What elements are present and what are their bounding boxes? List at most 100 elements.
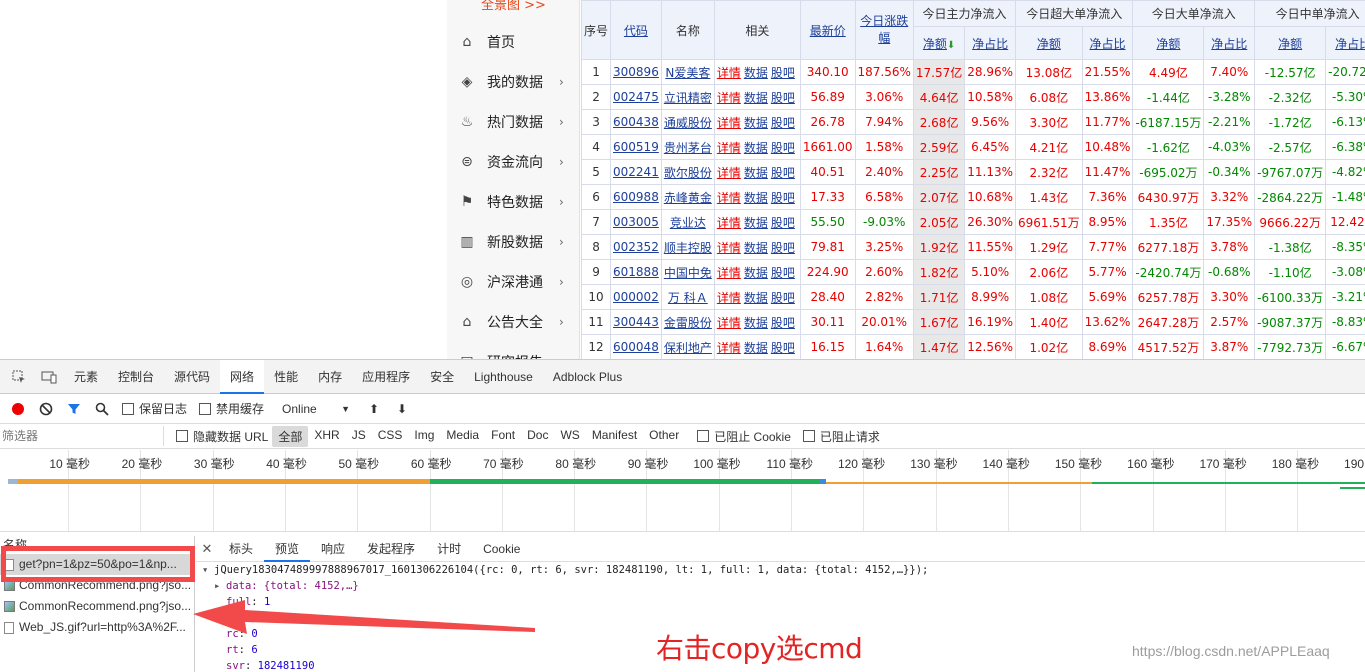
devtools-tab[interactable]: 源代码: [164, 360, 220, 394]
related-link[interactable]: 详情: [717, 116, 741, 130]
filter-type-button[interactable]: Other: [643, 426, 685, 447]
col-change[interactable]: 今日涨跌幅: [854, 0, 914, 60]
request-row[interactable]: CommonRecommend.png?jso...: [0, 596, 194, 617]
filter-input[interactable]: [2, 426, 164, 446]
filter-type-button[interactable]: Media: [440, 426, 485, 447]
filter-type-button[interactable]: CSS: [372, 426, 409, 447]
detail-tab[interactable]: 预览: [264, 536, 311, 562]
related-link[interactable]: 详情: [717, 341, 741, 355]
filter-type-button[interactable]: Img: [408, 426, 440, 447]
related-link[interactable]: 数据: [744, 141, 768, 155]
related-link[interactable]: 股吧: [771, 216, 795, 230]
menu-item[interactable]: ◈ 我的数据 ›: [447, 62, 579, 102]
export-har-button[interactable]: ⬇: [388, 398, 416, 420]
stock-code-link[interactable]: 003005: [613, 215, 659, 229]
stock-code-link[interactable]: 000002: [613, 290, 659, 304]
related-link[interactable]: 数据: [744, 291, 768, 305]
related-link[interactable]: 详情: [717, 91, 741, 105]
menu-item[interactable]: ♨ 热门数据 ›: [447, 102, 579, 142]
detail-tab[interactable]: 发起程序: [356, 536, 426, 562]
menu-item[interactable]: ⚑ 特色数据 ›: [447, 182, 579, 222]
col-code[interactable]: 代码: [610, 0, 662, 60]
network-overview-timeline[interactable]: 10 毫秒 20 毫秒 30 毫秒 40 毫秒 50 毫秒 60 毫秒 70 毫秒 80 毫秒…: [0, 450, 1365, 532]
related-link[interactable]: 数据: [744, 116, 768, 130]
devtools-tab[interactable]: 网络: [220, 359, 265, 394]
filter-type-button[interactable]: WS: [554, 426, 585, 447]
stock-name-link[interactable]: 万 科Ａ: [668, 291, 708, 305]
sub-main-pct-link[interactable]: 净占比: [972, 37, 1008, 51]
related-link[interactable]: 数据: [744, 166, 768, 180]
detail-tab[interactable]: Cookie: [472, 536, 531, 562]
related-link[interactable]: 详情: [717, 241, 741, 255]
sub-main-pct[interactable]: 净占比: [964, 26, 1017, 60]
menu-item[interactable]: ⌂ 首页: [447, 22, 579, 62]
filter-type-button[interactable]: 全部: [272, 425, 309, 447]
search-button[interactable]: [88, 398, 116, 420]
stock-code-link[interactable]: 002241: [613, 165, 659, 179]
related-link[interactable]: 数据: [744, 266, 768, 280]
throttle-select[interactable]: Online ▼: [280, 399, 352, 419]
sub-medium-pct[interactable]: 净占比: [1325, 26, 1365, 60]
devtools-tab[interactable]: 安全: [420, 360, 464, 394]
menu-item[interactable]: ⌂ 公告大全 ›: [447, 302, 579, 342]
related-link[interactable]: 详情: [717, 291, 741, 305]
stock-code-link[interactable]: 002352: [613, 240, 659, 254]
stock-code-link[interactable]: 600988: [613, 190, 659, 204]
disable-cache-checkbox[interactable]: 禁用缓存: [199, 400, 264, 417]
col-code-link[interactable]: 代码: [624, 24, 648, 38]
detail-tab[interactable]: 计时: [426, 536, 472, 562]
record-button[interactable]: [4, 398, 32, 420]
devtools-tab[interactable]: 应用程序: [352, 360, 420, 394]
menu-item[interactable]: ▥ 新股数据 ›: [447, 222, 579, 262]
filter-type-button[interactable]: XHR: [308, 426, 345, 447]
import-har-button[interactable]: ⬆: [360, 398, 388, 420]
filter-type-button[interactable]: Font: [485, 426, 521, 447]
preview-root-line[interactable]: ▾ jQuery183047489997888967017_16013062261…: [202, 562, 1365, 578]
menu-item[interactable]: ◎ 沪深港通 ›: [447, 262, 579, 302]
related-link[interactable]: 数据: [744, 66, 768, 80]
related-link[interactable]: 股吧: [771, 291, 795, 305]
stock-name-link[interactable]: 歌尔股份: [664, 166, 712, 180]
filter-type-button[interactable]: Manifest: [586, 426, 643, 447]
filter-button[interactable]: [60, 398, 88, 420]
sub-large-pct-link[interactable]: 净占比: [1211, 37, 1247, 51]
sub-large-amount-link[interactable]: 净额: [1156, 37, 1180, 51]
stock-name-link[interactable]: 通威股份: [664, 116, 712, 130]
related-link[interactable]: 股吧: [771, 66, 795, 80]
sub-medium-amount-link[interactable]: 净额: [1278, 37, 1302, 51]
related-link[interactable]: 股吧: [771, 91, 795, 105]
stock-code-link[interactable]: 002475: [613, 90, 659, 104]
sub-super-amount[interactable]: 净额: [1015, 26, 1083, 60]
blocked-cookies-checkbox[interactable]: 已阻止 Cookie: [697, 428, 791, 445]
stock-code-link[interactable]: 600048: [613, 340, 659, 354]
col-change-link[interactable]: 今日涨跌幅: [860, 14, 908, 45]
related-link[interactable]: 股吧: [771, 241, 795, 255]
devtools-tab[interactable]: 性能: [264, 360, 308, 394]
sub-super-pct-link[interactable]: 净占比: [1090, 37, 1126, 51]
stock-name-link[interactable]: 赤峰黄金: [664, 191, 712, 205]
devtools-tab[interactable]: Lighthouse: [464, 360, 543, 394]
related-link[interactable]: 详情: [717, 316, 741, 330]
col-price[interactable]: 最新价: [799, 0, 856, 60]
stock-name-link[interactable]: 顺丰控股: [664, 241, 712, 255]
sub-medium-pct-link[interactable]: 净占比: [1335, 37, 1365, 51]
related-link[interactable]: 数据: [744, 241, 768, 255]
related-link[interactable]: 数据: [744, 91, 768, 105]
related-link[interactable]: 详情: [717, 166, 741, 180]
stock-code-link[interactable]: 601888: [613, 265, 659, 279]
blocked-requests-checkbox[interactable]: 已阻止请求: [802, 428, 880, 445]
stock-name-link[interactable]: 竞业达: [670, 216, 706, 230]
related-link[interactable]: 数据: [744, 216, 768, 230]
related-link[interactable]: 股吧: [771, 341, 795, 355]
related-link[interactable]: 数据: [744, 341, 768, 355]
menu-item[interactable]: ⊜ 资金流向 ›: [447, 142, 579, 182]
related-link[interactable]: 详情: [717, 141, 741, 155]
related-link[interactable]: 股吧: [771, 116, 795, 130]
sub-medium-amount[interactable]: 净额: [1254, 26, 1327, 60]
stock-name-link[interactable]: N爱美客: [665, 66, 710, 80]
stock-code-link[interactable]: 600519: [613, 140, 659, 154]
stock-name-link[interactable]: 中国中免: [664, 266, 712, 280]
sub-large-pct[interactable]: 净占比: [1203, 26, 1256, 60]
stock-code-link[interactable]: 300896: [613, 65, 659, 79]
related-link[interactable]: 详情: [717, 216, 741, 230]
